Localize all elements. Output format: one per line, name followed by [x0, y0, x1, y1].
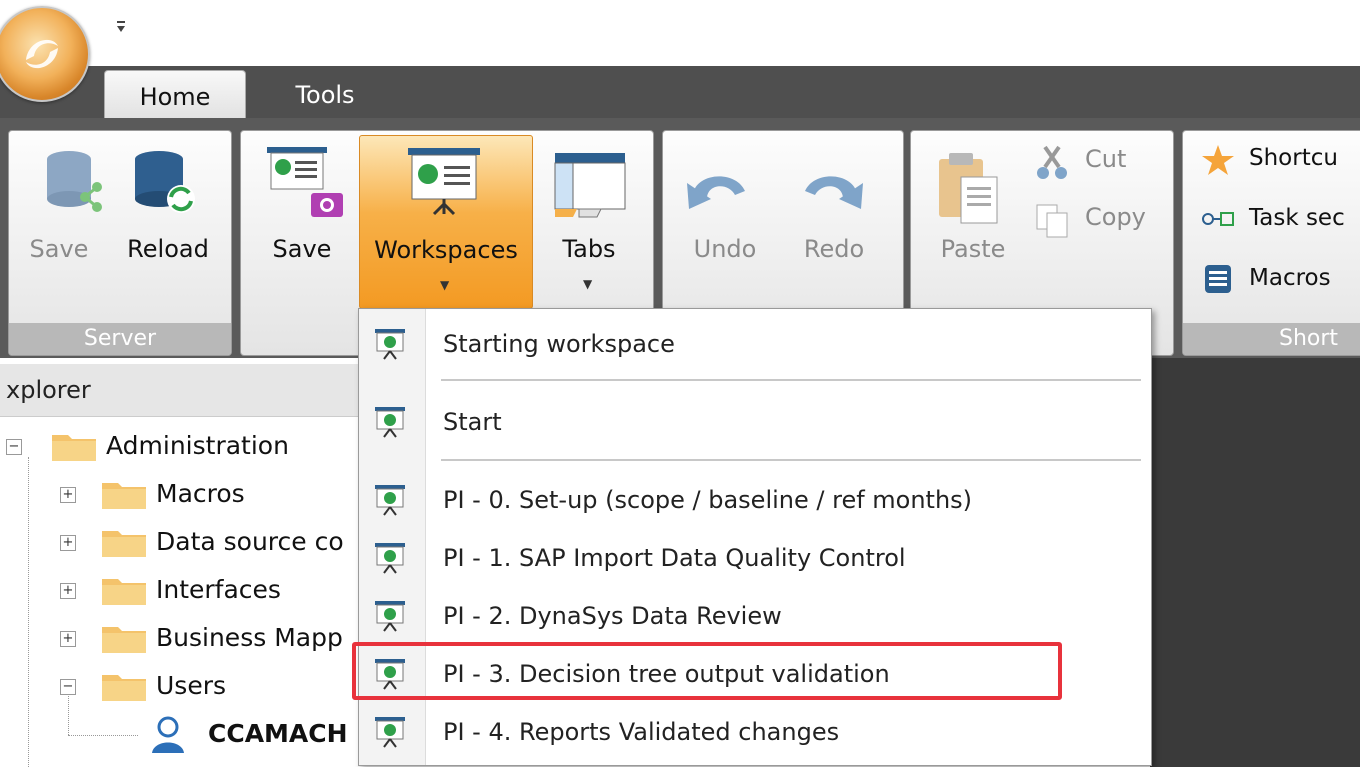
redo-icon [805, 176, 863, 209]
menu-item-starting-workspace[interactable]: Starting workspace [359, 317, 1151, 371]
menu-item-pi-0[interactable]: PI - 0. Set-up (scope / baseline / ref m… [359, 473, 1151, 527]
cut-label: Cut [1085, 145, 1127, 173]
workspace-icon [375, 601, 405, 632]
chevron-down-icon[interactable]: ▼ [583, 277, 592, 291]
scroll-icon [1205, 265, 1231, 293]
paste-button[interactable]: Paste [925, 235, 1021, 263]
redo-button[interactable]: Redo [789, 235, 879, 263]
folder-icon [102, 531, 146, 557]
tree-item-user-ccamach[interactable]: CCAMACH [0, 715, 360, 755]
explorer-tree: − Administration + Macros + Data source … [0, 417, 360, 767]
folder-icon [102, 675, 146, 701]
explorer-header: xplorer [0, 364, 360, 417]
database-share-icon [47, 151, 102, 212]
group-label-server: Server [9, 323, 231, 355]
tabs-icon [554, 153, 626, 218]
tree-item-label: Administration [106, 431, 289, 460]
tree-item-administration[interactable]: − Administration [0, 427, 360, 467]
menu-item-label: Start [443, 408, 502, 436]
customize-quick-access-icon[interactable] [116, 20, 126, 37]
expand-toggle-icon[interactable]: + [60, 583, 76, 599]
workspace-icon [375, 407, 405, 438]
workspace-icon [375, 717, 405, 748]
tab-tools[interactable]: Tools [270, 66, 380, 118]
workspace-save-icon [267, 147, 343, 217]
menu-item-pi-4[interactable]: PI - 4. Reports Validated changes [359, 705, 1151, 759]
expand-toggle-icon[interactable]: + [60, 631, 76, 647]
title-bar [0, 0, 1360, 66]
folder-icon [102, 483, 146, 509]
group-server: Save Reload Server [8, 130, 232, 356]
explorer-title: xplorer [6, 376, 91, 404]
tree-item-users[interactable]: − Users [0, 667, 360, 707]
tree-item-label: Business Mapp [156, 623, 343, 652]
undo-icon [687, 176, 745, 209]
folder-icon [102, 579, 146, 605]
workspace-icon [375, 329, 405, 360]
macros-label: Macros [1249, 265, 1331, 291]
menu-item-pi-2[interactable]: PI - 2. DynaSys Data Review [359, 589, 1151, 643]
tabs-button[interactable]: Tabs [541, 235, 637, 263]
undo-button[interactable]: Undo [677, 235, 773, 263]
ribbon-tab-strip: Home Tools [0, 66, 1360, 119]
paste-icon [939, 153, 998, 224]
tab-home[interactable]: Home [104, 70, 246, 119]
menu-item-label: PI - 1. SAP Import Data Quality Control [443, 544, 906, 572]
highlight-annotation [352, 642, 1062, 700]
database-reload-icon [135, 151, 195, 213]
workspace-save-button[interactable]: Save [259, 235, 345, 263]
tree-item-label: Interfaces [156, 575, 281, 604]
expand-toggle-icon[interactable]: + [60, 487, 76, 503]
tree-item-data-source[interactable]: + Data source co [0, 523, 360, 563]
workspaces-dropdown-button[interactable]: Workspaces ▼ [359, 135, 533, 309]
tree-item-interfaces[interactable]: + Interfaces [0, 571, 360, 611]
tree-item-business-mapping[interactable]: + Business Mapp [0, 619, 360, 659]
workspaces-button-label: Workspaces [374, 236, 518, 264]
menu-item-label: PI - 4. Reports Validated changes [443, 718, 840, 746]
star-icon [1202, 145, 1234, 175]
group-shortcuts: Shortcu Task sec Macros Short [1182, 130, 1360, 356]
menu-item-label: PI - 0. Set-up (scope / baseline / ref m… [443, 486, 973, 514]
collapse-toggle-icon[interactable]: − [6, 439, 22, 455]
copy-label: Copy [1085, 203, 1146, 231]
group-label-shortcuts: Short [1183, 323, 1360, 355]
user-icon [152, 716, 184, 753]
menu-item-pi-1[interactable]: PI - 1. SAP Import Data Quality Control [359, 531, 1151, 585]
reload-button[interactable]: Reload [113, 235, 223, 263]
shortcut-label: Shortcu [1249, 145, 1338, 171]
server-save-button[interactable]: Save [19, 235, 99, 263]
tree-item-label: Data source co [156, 527, 344, 556]
copy-icon [1036, 204, 1068, 238]
expand-toggle-icon[interactable]: + [60, 535, 76, 551]
presentation-board-icon [408, 148, 480, 216]
menu-item-start[interactable]: Start [359, 395, 1151, 449]
app-logo-icon [26, 39, 58, 69]
menu-separator [441, 379, 1141, 381]
tree-item-macros[interactable]: + Macros [0, 475, 360, 515]
workspace-icon [375, 543, 405, 574]
menu-separator [441, 459, 1141, 461]
menu-item-label: PI - 2. DynaSys Data Review [443, 602, 782, 630]
workspace-area [1150, 358, 1360, 767]
task-sequence-icon [1202, 212, 1234, 226]
folder-icon [102, 627, 146, 653]
folder-icon [52, 435, 96, 461]
tree-item-label: CCAMACH [208, 719, 348, 748]
tree-item-label: Users [156, 671, 227, 700]
menu-item-label: Starting workspace [443, 330, 675, 358]
collapse-toggle-icon[interactable]: − [60, 679, 76, 695]
task-label: Task sec [1249, 205, 1345, 231]
tree-item-label: Macros [156, 479, 245, 508]
chevron-down-icon: ▼ [440, 278, 450, 292]
workspace-icon [375, 485, 405, 516]
scissors-icon [1037, 145, 1067, 179]
